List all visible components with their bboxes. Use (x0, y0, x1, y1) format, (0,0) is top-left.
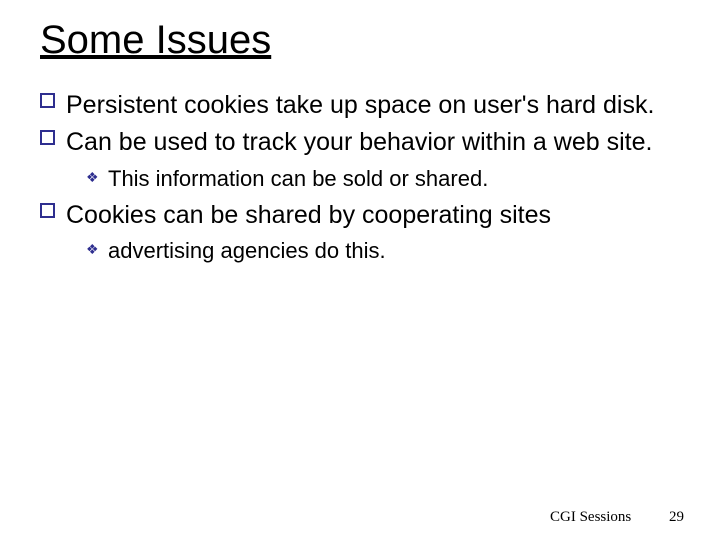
list-item: Cookies can be shared by cooperating sit… (40, 200, 680, 231)
footer-label: CGI Sessions (550, 509, 631, 525)
bullet-list: Persistent cookies take up space on user… (40, 90, 680, 265)
list-subitem-text: This information can be sold or shared. (108, 166, 488, 191)
list-subitem: ❖ This information can be sold or shared… (86, 165, 680, 193)
list-item-text: Can be used to track your behavior withi… (66, 128, 652, 156)
list-subitem-text: advertising agencies do this. (108, 238, 386, 263)
diamond-bullet-icon: ❖ (86, 171, 98, 183)
list-item-text: Cookies can be shared by cooperating sit… (66, 201, 551, 229)
list-subitem: ❖ advertising agencies do this. (86, 237, 680, 265)
square-bullet-icon (40, 203, 55, 218)
diamond-bullet-icon: ❖ (86, 243, 98, 255)
list-item-text: Persistent cookies take up space on user… (66, 91, 654, 119)
page-title: Some Issues (40, 18, 680, 62)
slide: Some Issues Persistent cookies take up s… (0, 0, 720, 540)
square-bullet-icon (40, 130, 55, 145)
list-item: Persistent cookies take up space on user… (40, 90, 680, 121)
square-bullet-icon (40, 93, 55, 108)
footer: CGI Sessions 29 (550, 509, 684, 526)
page-number: 29 (669, 509, 684, 525)
list-item: Can be used to track your behavior withi… (40, 127, 680, 158)
